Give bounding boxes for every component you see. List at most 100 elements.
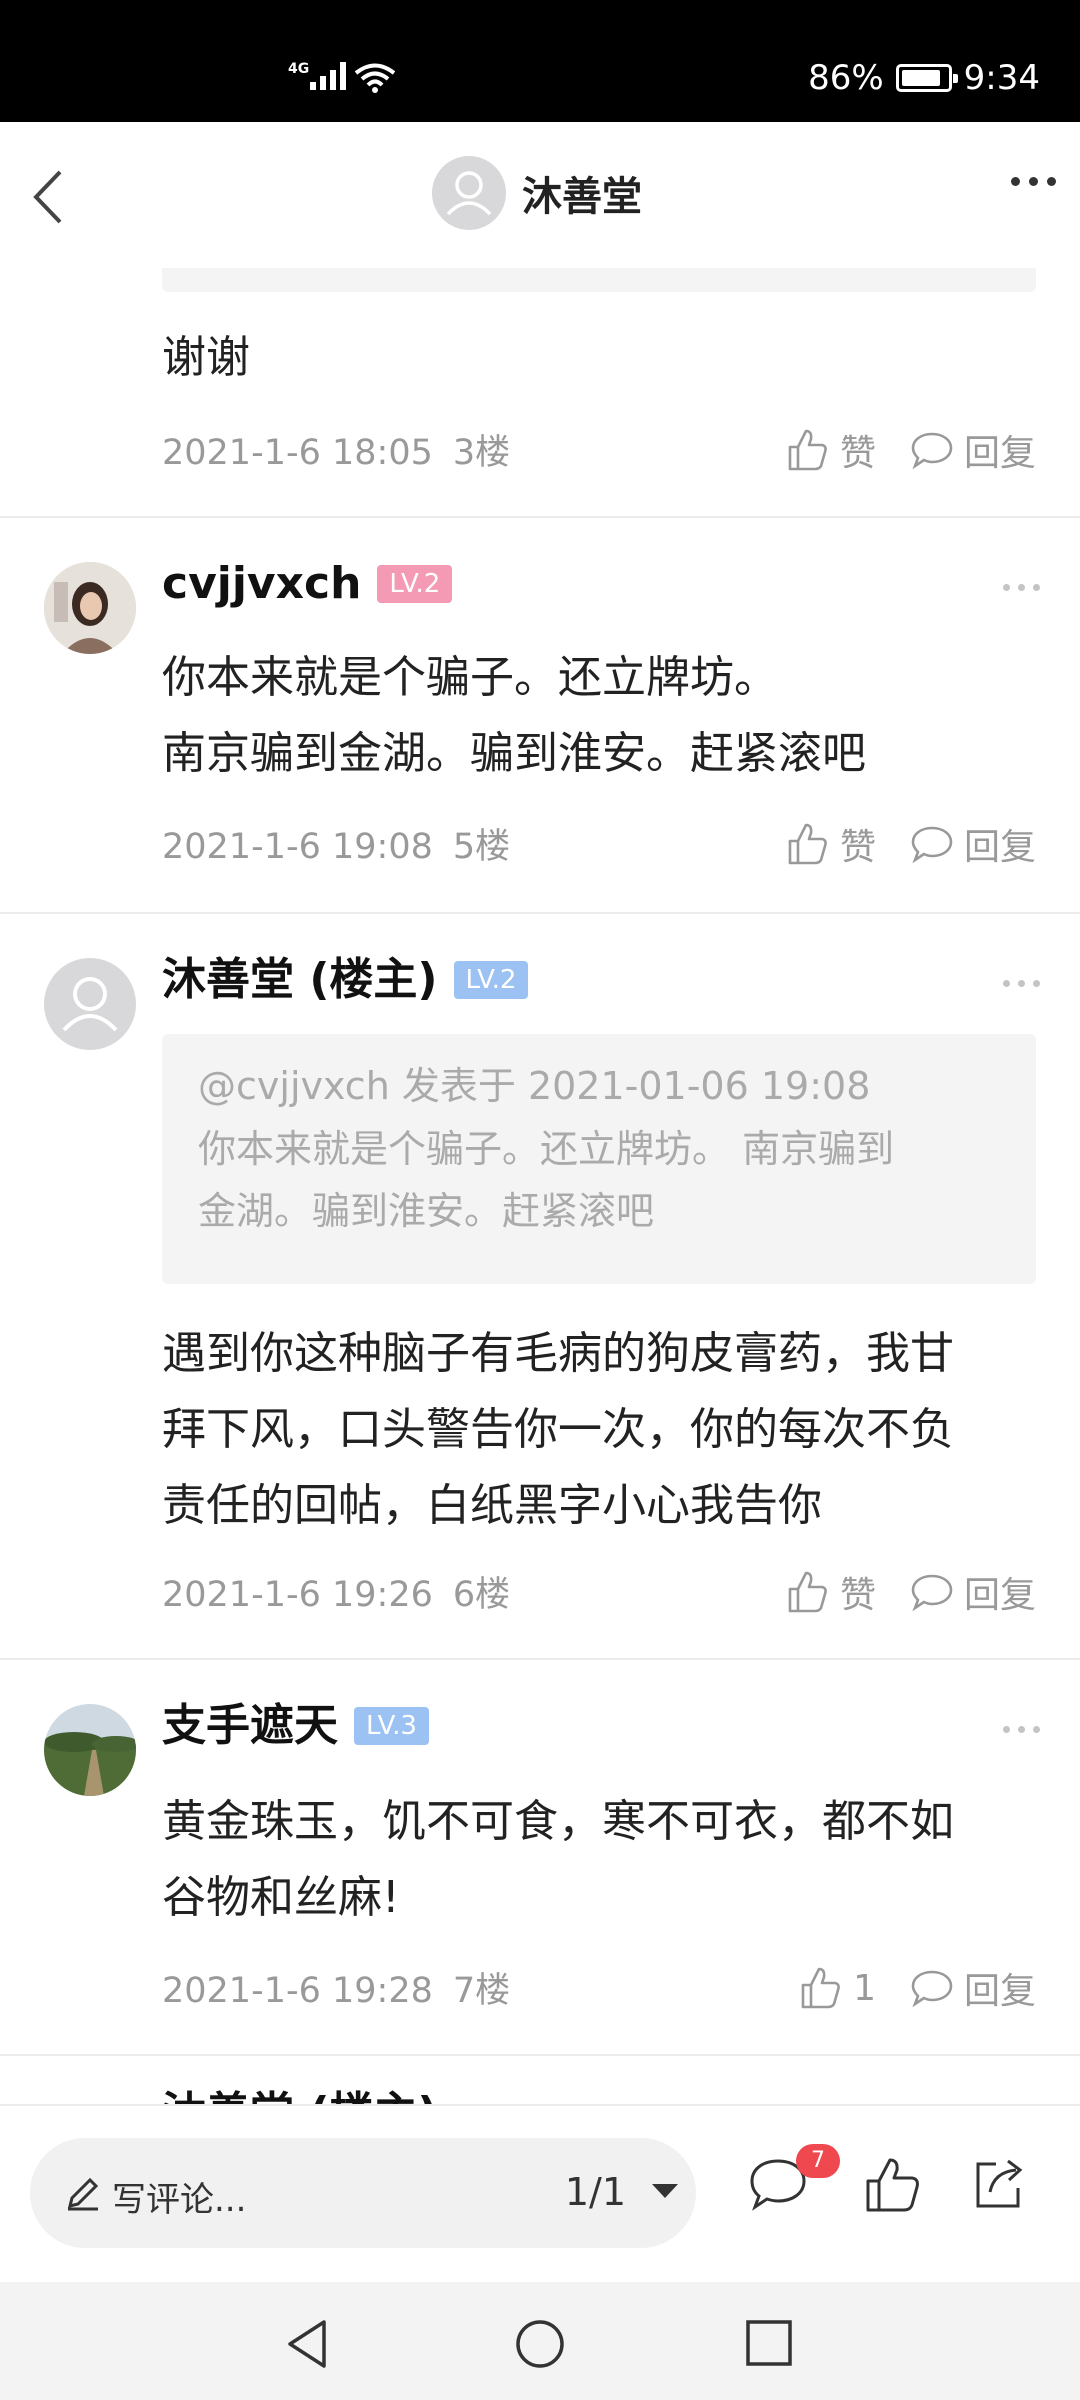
comment-icon: [911, 1970, 953, 2008]
home-circle-icon[interactable]: [514, 2318, 566, 2370]
system-nav-bar: [0, 2282, 1080, 2400]
quote-header: @cvjjvxch 发表于 2021-01-06 19:08: [198, 1064, 871, 1108]
page-title: 沐善堂: [522, 174, 642, 220]
post-date: 2021-1-6 19:26: [162, 1575, 433, 1615]
thumbs-up-icon: [788, 429, 827, 471]
quote-line: 你本来就是个骗子。还立牌坊。 南京骗到: [198, 1127, 895, 1171]
wifi-icon: [354, 63, 396, 93]
quoted-post[interactable]: @cvjjvxch 发表于 2021-01-06 19:08 你本来就是个骗子。…: [162, 1034, 1036, 1284]
level-badge: LV.2: [453, 961, 529, 999]
post-meta: 2021-1-6 19:08 5楼: [162, 818, 510, 869]
author-avatar[interactable]: [432, 156, 506, 230]
user-icon: [62, 977, 118, 1032]
user-avatar[interactable]: [44, 1704, 136, 1796]
post-content: 你本来就是个骗子。还立牌坊。 南京骗到金湖。骗到淮安。赶紧滚吧: [162, 640, 1042, 792]
chevron-down-icon[interactable]: [652, 2184, 678, 2198]
reply-button[interactable]: 回复: [910, 424, 1036, 476]
back-icon[interactable]: [24, 162, 84, 232]
content-line: 责任的回帖，白纸黑字小心我告你: [162, 1480, 822, 1531]
content-line: 黄金珠玉，饥不可食，寒不可衣，都不如: [162, 1796, 954, 1847]
pencil-icon: [67, 2177, 99, 2211]
battery-icon: [895, 64, 958, 92]
comment-icon: [911, 1574, 953, 1612]
reply-label: 回复: [963, 1575, 1036, 1616]
reply-label: 回复: [963, 827, 1036, 868]
page-indicator[interactable]: 1/1: [565, 2170, 626, 2214]
content-line: 谷物和丝麻!: [162, 1872, 400, 1923]
next-post-username: 沐善堂 (楼主): [162, 2086, 438, 2104]
username[interactable]: cvjjvxch LV.2: [162, 556, 453, 612]
username-text: 支手遮天: [162, 1700, 338, 1751]
content-line: 你本来就是个骗子。还立牌坊。: [162, 652, 778, 703]
username-text: 沐善堂 (楼主): [162, 954, 438, 1005]
divider: [0, 516, 1080, 518]
post-content: 黄金珠玉，饥不可食，寒不可衣，都不如 谷物和丝麻!: [162, 1784, 1042, 1936]
comment-placeholder: 写评论...: [112, 2180, 247, 2220]
content-line: 拜下风，口头警告你一次，你的每次不负: [162, 1404, 954, 1455]
username[interactable]: 支手遮天 LV.3: [162, 1698, 429, 1754]
recents-square-icon[interactable]: [744, 2318, 794, 2368]
post-floor: 7楼: [452, 1971, 511, 2011]
post-actions: 赞 回复: [784, 424, 1036, 476]
comment-icon: [911, 432, 953, 470]
level-badge: LV.3: [354, 1707, 429, 1745]
like-label: 赞: [839, 1575, 876, 1616]
post-meta: 2021-1-6 19:26 6楼: [162, 1566, 510, 1617]
divider: [0, 2054, 1080, 2056]
share-icon[interactable]: [970, 2156, 1028, 2214]
top-nav-bar: 沐善堂: [0, 122, 1080, 268]
post-more-icon[interactable]: [1003, 980, 1040, 987]
post-actions: 赞 回复: [784, 818, 1036, 870]
post-meta: 2021-1-6 19:28 7楼: [162, 1962, 510, 2013]
more-options-icon[interactable]: [1011, 177, 1056, 186]
like-button[interactable]: 1: [797, 1965, 876, 2011]
thread-author[interactable]: 沐善堂: [432, 156, 642, 230]
like-button[interactable]: 赞: [784, 424, 876, 476]
username[interactable]: 沐善堂 (楼主) LV.2: [162, 952, 529, 1008]
reply-label: 回复: [963, 433, 1036, 474]
post-floor: 6楼: [452, 1575, 511, 1615]
user-avatar[interactable]: [44, 562, 136, 654]
post-content: 遇到你这种脑子有毛病的狗皮膏药，我甘 拜下风，口头警告你一次，你的每次不负 责任…: [162, 1316, 1042, 1544]
thumbs-up-icon: [788, 823, 827, 865]
signal-bars-icon: [310, 62, 346, 90]
user-icon: [446, 171, 492, 216]
quote-line: 金湖。骗到淮安。赶紧滚吧: [198, 1189, 655, 1233]
avatar-photo: [44, 1704, 136, 1796]
post-date: 2021-1-6 19:08: [162, 827, 433, 867]
content-line: 南京骗到金湖。骗到淮安。赶紧滚吧: [162, 728, 866, 779]
post-meta: 2021-1-6 18:05 3楼: [162, 424, 510, 475]
post-content: 谢谢: [162, 332, 250, 383]
post-date: 2021-1-6 18:05: [162, 433, 433, 473]
clock: 9:34: [963, 58, 1040, 98]
post-more-icon[interactable]: [1003, 584, 1040, 591]
username-text: cvjjvxch: [162, 558, 362, 609]
like-label: 赞: [839, 827, 876, 868]
user-avatar[interactable]: [44, 958, 136, 1050]
comment-input[interactable]: 写评论... 1/1: [30, 2138, 696, 2248]
like-count: 1: [853, 1967, 876, 2009]
reply-button[interactable]: 回复: [910, 1566, 1036, 1618]
battery-percent: 86%: [808, 58, 884, 98]
level-badge: LV.2: [377, 565, 453, 603]
divider: [0, 1658, 1080, 1660]
comment-count-badge: 7: [796, 2144, 840, 2178]
status-right: 86% 9:34: [808, 58, 1040, 98]
reply-button[interactable]: 回复: [910, 1962, 1036, 2014]
like-button[interactable]: 赞: [784, 1566, 876, 1618]
post-more-icon[interactable]: [1003, 1726, 1040, 1733]
bottom-action-bar: 写评论... 1/1 7: [0, 2104, 1080, 2282]
like-label: 赞: [839, 433, 876, 474]
status-bar: 4G 86% 9:34: [0, 0, 1080, 122]
like-button[interactable]: 赞: [784, 818, 876, 870]
quote-body: 你本来就是个骗子。还立牌坊。 南京骗到 金湖。骗到淮安。赶紧滚吧: [198, 1118, 1000, 1242]
back-triangle-icon[interactable]: [282, 2318, 332, 2370]
reply-button[interactable]: 回复: [910, 818, 1036, 870]
reply-label: 回复: [963, 1971, 1036, 2012]
post-date: 2021-1-6 19:28: [162, 1971, 433, 2011]
thumbs-up-icon[interactable]: [862, 2156, 922, 2214]
thumbs-up-icon: [801, 1967, 840, 2009]
post-floor: 3楼: [452, 433, 511, 473]
thumbs-up-icon: [788, 1571, 827, 1613]
post-actions: 赞 回复: [784, 1566, 1036, 1618]
